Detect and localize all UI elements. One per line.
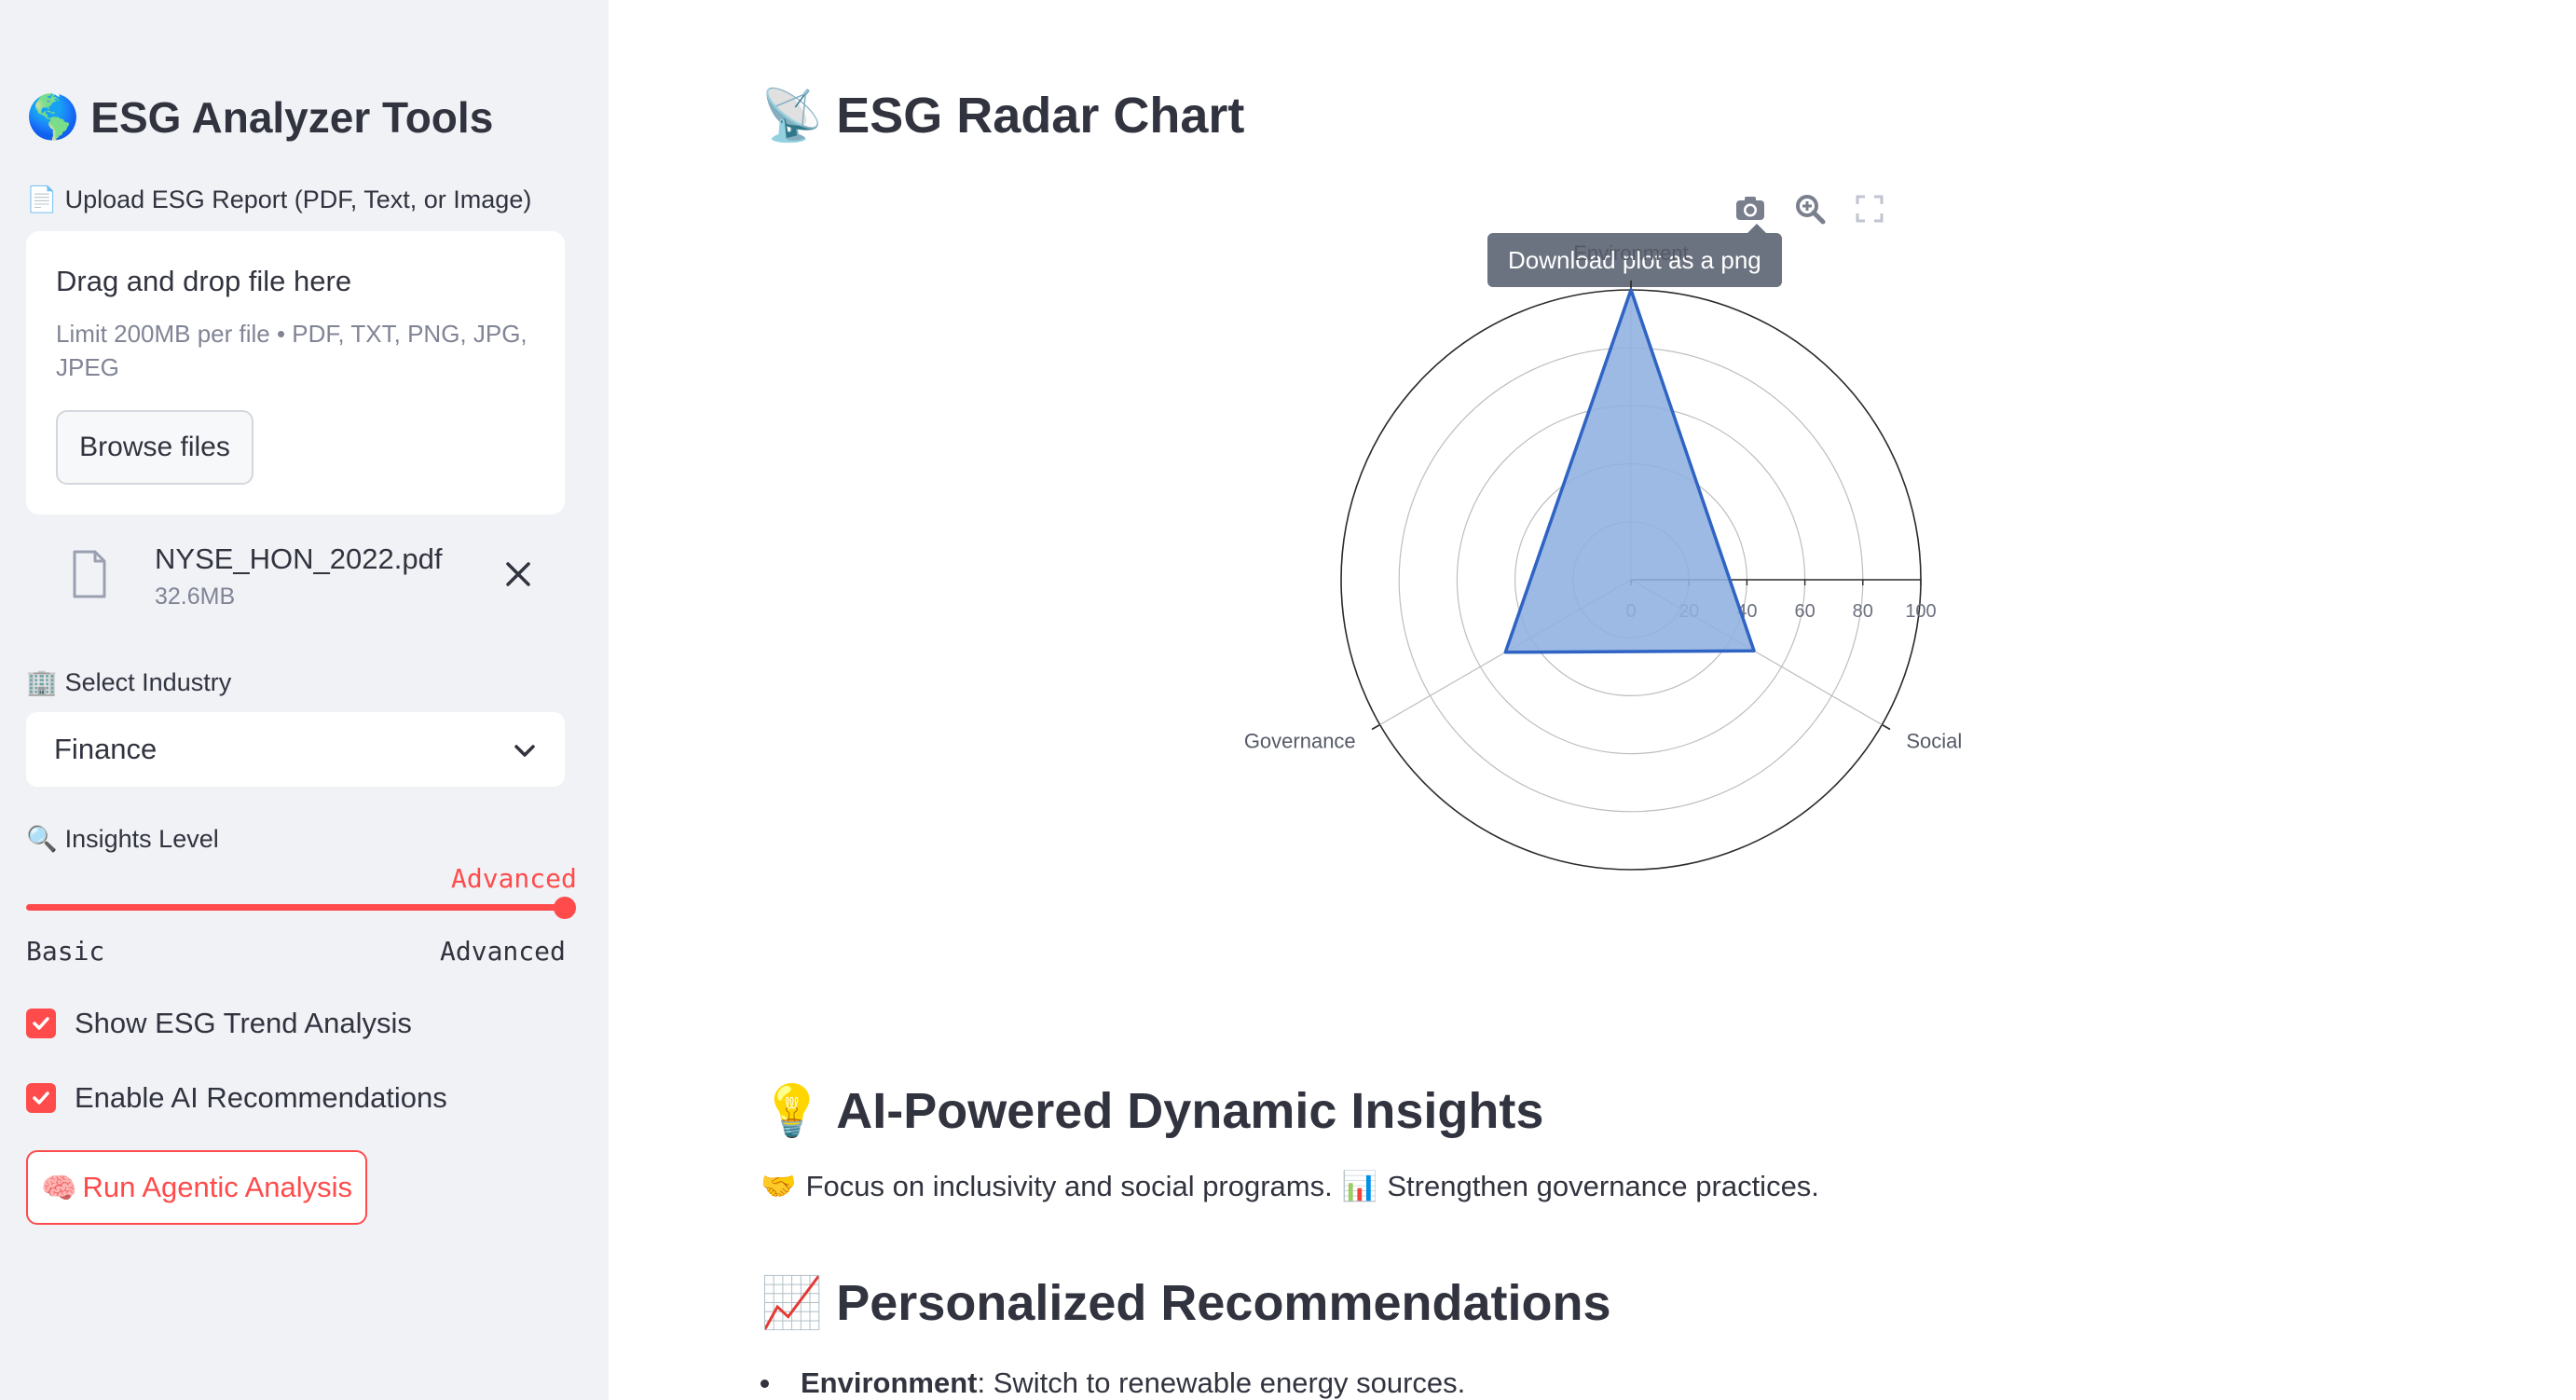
insights-label-text: Insights Level xyxy=(64,824,219,853)
list-item: Environment: Switch to renewable energy … xyxy=(760,1366,1465,1400)
zoom-icon[interactable] xyxy=(1793,192,1827,226)
satellite-icon: 📡 xyxy=(760,86,824,144)
file-icon xyxy=(73,550,106,598)
radar-heading: 📡 ESG Radar Chart xyxy=(760,86,1244,145)
insight-2: Strengthen governance practices. xyxy=(1387,1169,1819,1202)
bullet xyxy=(760,1379,769,1388)
slider-min-label: Basic xyxy=(26,936,105,967)
recommendations-heading-text: Personalized Recommendations xyxy=(836,1275,1611,1331)
insight-1: Focus on inclusivity and social programs… xyxy=(805,1169,1333,1202)
file-size: 32.6MB xyxy=(155,583,236,610)
ai-recommendations-label: Enable AI Recommendations xyxy=(75,1081,447,1114)
series-polygon xyxy=(1503,288,1756,654)
check-icon xyxy=(33,1017,49,1030)
trend-analysis-checkbox[interactable]: Show ESG Trend Analysis xyxy=(26,1007,412,1040)
insights-slider-track[interactable] xyxy=(26,904,565,911)
dropzone-limit: Limit 200MB per file • PDF, TXT, PNG, JP… xyxy=(56,320,528,381)
insights-heading: 💡 AI-Powered Dynamic Insights xyxy=(760,1081,1543,1141)
slider-max-label: Advanced xyxy=(440,936,566,967)
run-agentic-analysis-button[interactable]: 🧠 Run Agentic Analysis xyxy=(26,1150,367,1225)
sidebar: 🌎 ESG Analyzer Tools 📄 Upload ESG Report… xyxy=(0,0,609,1400)
checkbox-checked[interactable] xyxy=(26,1083,56,1113)
brain-icon: 🧠 xyxy=(40,1171,77,1205)
esg-radar-chart: 020406080100EnvironmentSocialGovernance xyxy=(1244,241,1962,871)
recommendation-bold: Environment xyxy=(801,1366,978,1399)
dropzone-title: Drag and drop file here xyxy=(56,265,352,297)
spoke-tick xyxy=(1881,723,1891,731)
insights-slider-handle[interactable] xyxy=(554,897,576,919)
industry-select[interactable]: Finance xyxy=(26,712,565,787)
camera-icon[interactable] xyxy=(1733,192,1767,226)
insights-label: 🔍 Insights Level xyxy=(26,824,219,855)
uploaded-file: NYSE_HON_2022.pdf 32.6MB xyxy=(26,529,565,623)
checkbox-checked[interactable] xyxy=(26,1009,56,1038)
insights-text: 🤝 Focus on inclusivity and social progra… xyxy=(760,1169,1819,1204)
bar-chart-icon: 📊 xyxy=(1341,1170,1378,1203)
plot-toolbar xyxy=(1733,192,1886,226)
fullscreen-icon[interactable] xyxy=(1853,192,1886,226)
globe-icon: 🌎 xyxy=(26,91,80,142)
chevron-down-icon xyxy=(514,745,535,757)
slider-current-value: Advanced xyxy=(451,863,577,894)
radial-tick-label: 80 xyxy=(1853,601,1873,622)
recommendations-heading: 📈 Personalized Recommendations xyxy=(760,1273,1610,1333)
category-label: Governance xyxy=(1244,730,1356,753)
check-icon xyxy=(33,1091,49,1105)
lightbulb-icon: 💡 xyxy=(760,1081,824,1140)
run-button-label: Run Agentic Analysis xyxy=(82,1171,353,1203)
ai-recommendations-checkbox[interactable]: Enable AI Recommendations xyxy=(26,1081,447,1115)
industry-label: 🏢 Select Industry xyxy=(26,667,232,698)
category-label: Environment xyxy=(1573,241,1689,265)
close-icon[interactable] xyxy=(500,556,537,593)
building-icon: 🏢 xyxy=(26,668,58,697)
category-label: Social xyxy=(1906,730,1962,753)
sidebar-title: 🌎 ESG Analyzer Tools xyxy=(26,91,493,143)
spoke-tick xyxy=(1371,723,1381,731)
recommendation-rest: : Switch to renewable energy sources. xyxy=(977,1366,1466,1399)
upload-label-text: Upload ESG Report (PDF, Text, or Image) xyxy=(64,185,532,213)
trend-analysis-label: Show ESG Trend Analysis xyxy=(75,1007,412,1039)
file-name: NYSE_HON_2022.pdf xyxy=(155,542,443,575)
file-dropzone[interactable]: Drag and drop file here Limit 200MB per … xyxy=(26,231,565,515)
sidebar-title-text: ESG Analyzer Tools xyxy=(90,92,494,142)
radial-tick-label: 60 xyxy=(1794,601,1815,622)
industry-label-text: Select Industry xyxy=(64,667,232,696)
industry-select-value: Finance xyxy=(54,733,158,765)
document-icon: 📄 xyxy=(26,185,58,214)
radar-heading-text: ESG Radar Chart xyxy=(836,88,1245,144)
browse-files-button[interactable]: Browse files xyxy=(56,410,253,485)
insights-heading-text: AI-Powered Dynamic Insights xyxy=(836,1083,1544,1139)
radial-tick-label: 100 xyxy=(1905,601,1936,622)
recommendation-text: Environment: Switch to renewable energy … xyxy=(801,1366,1465,1400)
chart-increasing-icon: 📈 xyxy=(760,1273,824,1332)
handshake-icon: 🤝 xyxy=(760,1170,797,1203)
upload-label: 📄 Upload ESG Report (PDF, Text, or Image… xyxy=(26,185,532,215)
magnifier-icon: 🔍 xyxy=(26,825,58,854)
